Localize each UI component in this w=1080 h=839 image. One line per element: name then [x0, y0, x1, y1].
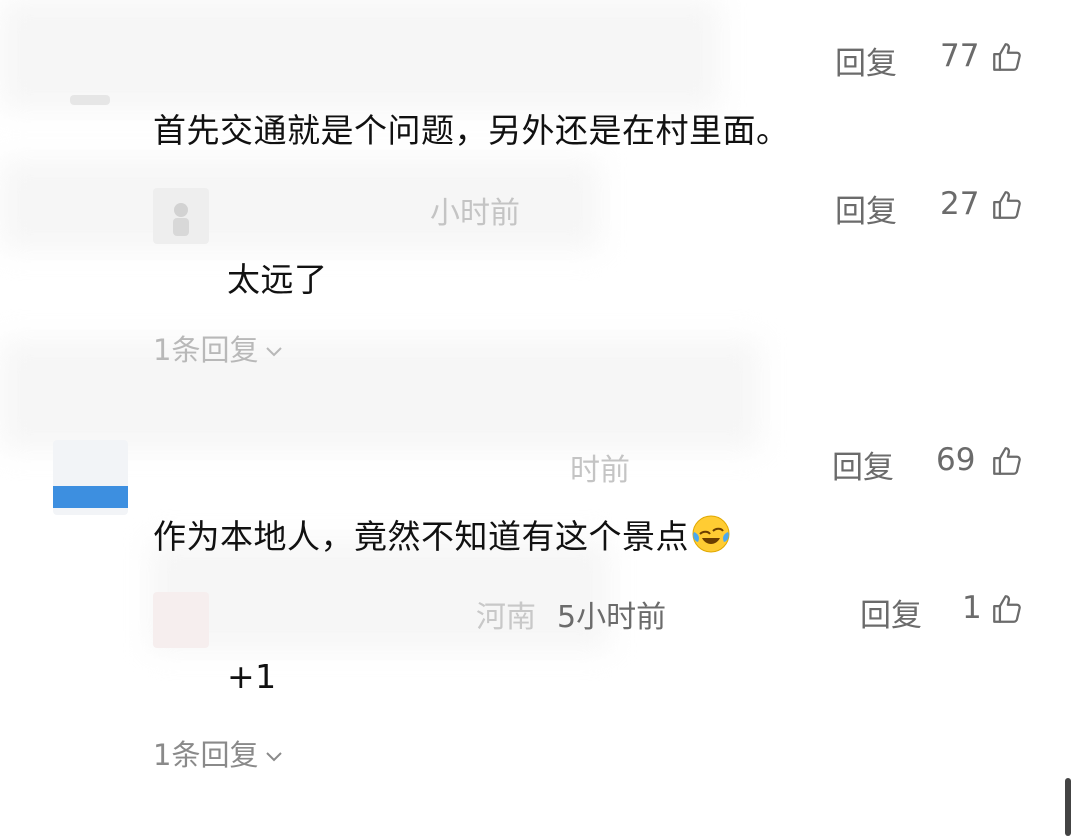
blurred-region: [0, 340, 760, 450]
grinning-tears-emoji-icon: [691, 514, 731, 554]
reply-button[interactable]: 回复: [860, 590, 922, 635]
avatar[interactable]: [70, 95, 110, 105]
like-count: 77: [940, 38, 980, 74]
comment-text: 首先交通就是个问题，另外还是在村里面。: [153, 111, 790, 150]
thumbs-up-icon[interactable]: [990, 444, 1024, 478]
reply-button[interactable]: 回复: [835, 38, 897, 83]
thumbs-up-icon[interactable]: [990, 188, 1024, 222]
comment-text-row: 作为本地人，竟然不知道有这个景点: [153, 510, 731, 558]
like-count: 27: [940, 186, 980, 222]
more-replies-label: 1条回复: [153, 333, 259, 367]
comment-time: 时前: [570, 453, 630, 488]
more-replies-label: 1条回复: [153, 738, 259, 772]
reply-button[interactable]: 回复: [835, 186, 897, 231]
chevron-down-icon: [264, 736, 284, 770]
comment-time: 5小时前: [557, 600, 667, 635]
avatar[interactable]: [153, 188, 209, 244]
avatar[interactable]: [153, 592, 209, 648]
comment-text: +1: [227, 657, 277, 696]
avatar[interactable]: [53, 440, 128, 515]
like-count: 1: [962, 590, 982, 626]
scrollbar[interactable]: [1065, 778, 1071, 836]
thumbs-up-icon[interactable]: [990, 592, 1024, 626]
blurred-region: [0, 0, 720, 110]
chevron-down-icon: [264, 331, 284, 365]
comment-text: 太远了: [227, 260, 328, 299]
comment-time: 小时前: [430, 196, 520, 231]
like-count: 69: [936, 442, 976, 478]
expand-replies-button[interactable]: 1条回复: [153, 327, 284, 369]
comment-location: 河南: [476, 600, 536, 635]
thumbs-up-icon[interactable]: [990, 40, 1024, 74]
reply-button[interactable]: 回复: [832, 442, 894, 487]
comment-text: 作为本地人，竟然不知道有这个景点: [153, 517, 689, 556]
expand-replies-button[interactable]: 1条回复: [153, 732, 284, 774]
